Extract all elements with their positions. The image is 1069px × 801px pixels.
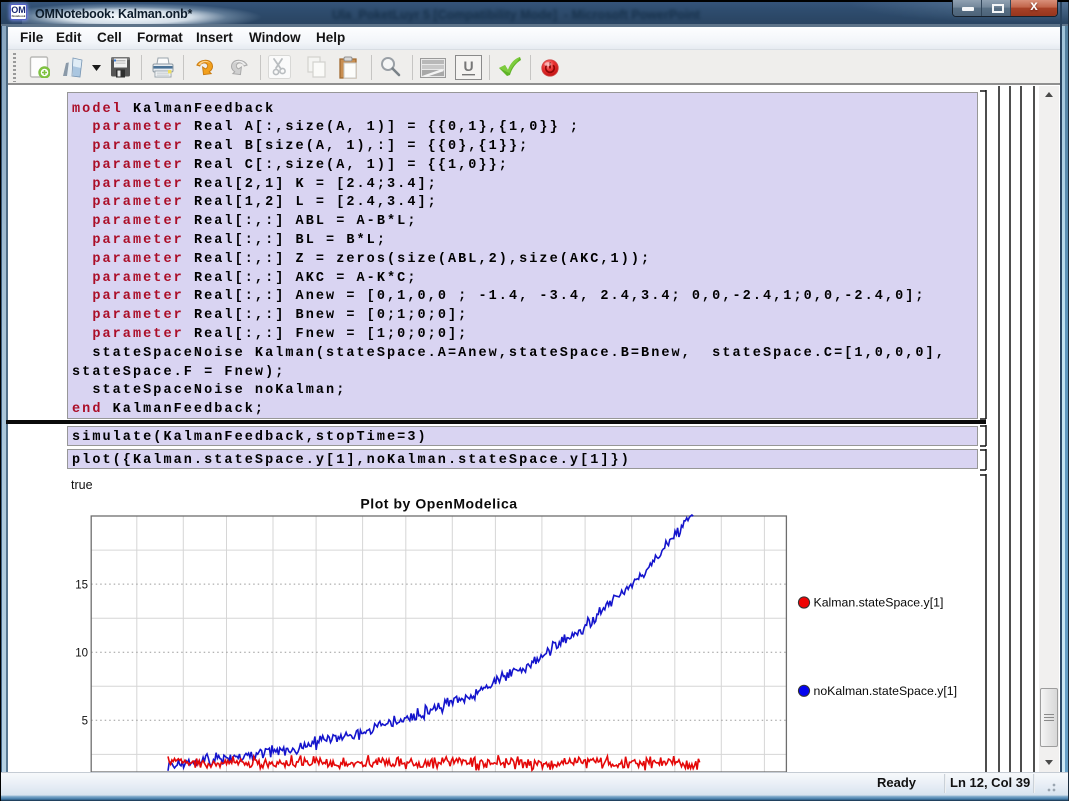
svg-text:noKalman.stateSpace.y[1]: noKalman.stateSpace.y[1]: [814, 684, 958, 698]
svg-text:15: 15: [75, 580, 88, 592]
svg-text:5: 5: [82, 716, 88, 728]
svg-text:Plot by OpenModelica: Plot by OpenModelica: [360, 495, 517, 511]
svg-text:10: 10: [75, 648, 88, 660]
svg-text:U: U: [463, 58, 473, 74]
svg-text:Kalman.stateSpace.y[1]: Kalman.stateSpace.y[1]: [814, 596, 944, 610]
